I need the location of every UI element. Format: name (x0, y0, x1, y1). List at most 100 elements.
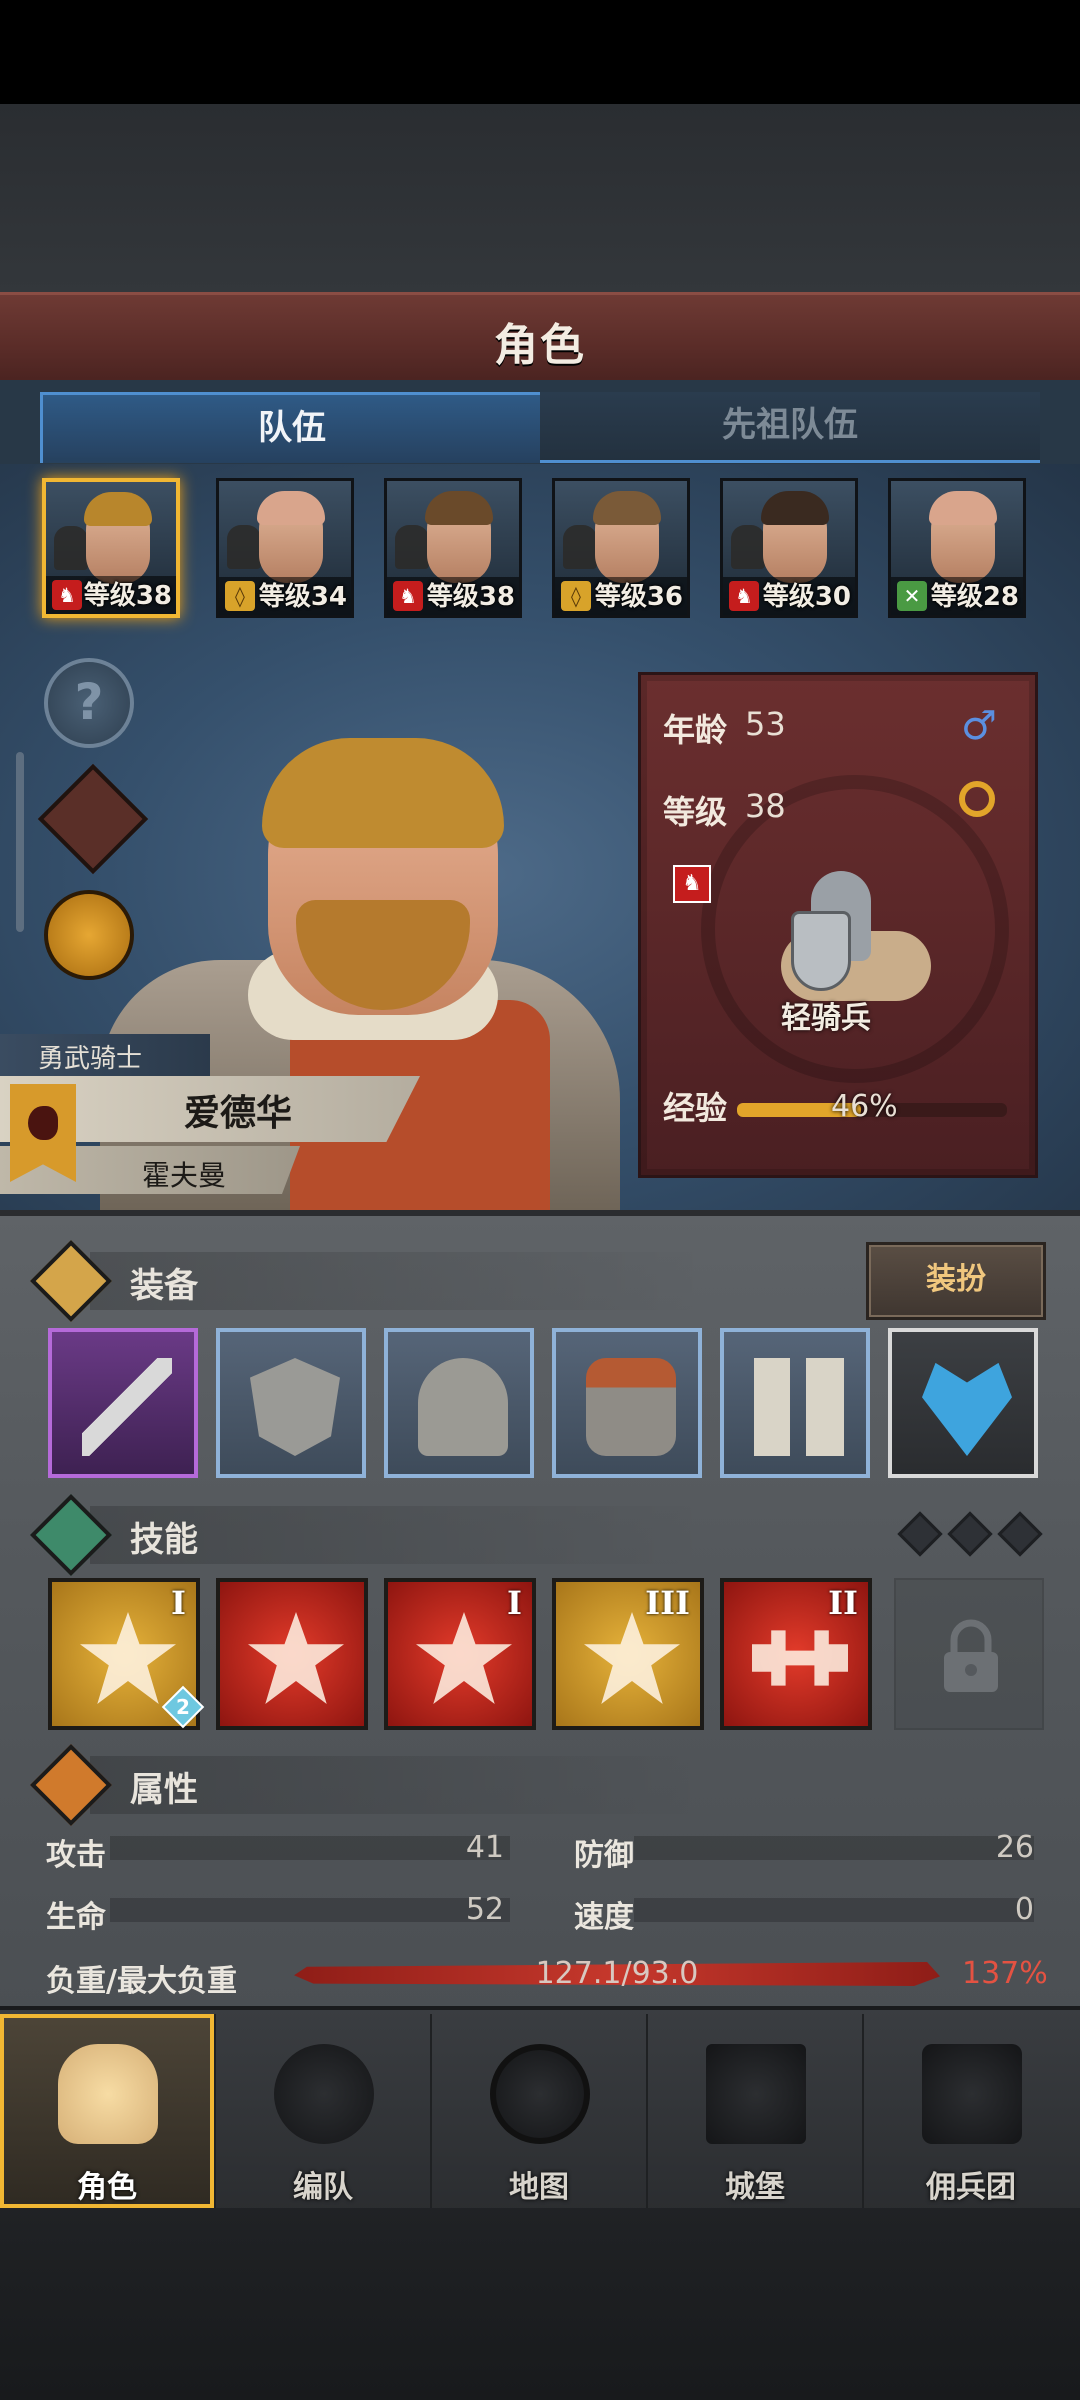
load-percent: 137% (962, 1956, 1048, 1991)
skill-slot-3[interactable]: I (384, 1578, 536, 1730)
unit-silhouette-icon (563, 525, 597, 569)
load-value: 127.1/93.0 (535, 1956, 699, 1991)
horse-icon: ♞ (393, 581, 423, 611)
character-surname: 霍夫曼 (142, 1159, 227, 1192)
speed-label: 速度 (574, 1900, 634, 1935)
party-member-2[interactable]: ◊ 等级34 (216, 478, 354, 618)
page-title: 角色 (494, 320, 586, 371)
party-level: 等级38 (426, 582, 515, 612)
skill-slot-5[interactable]: II (720, 1578, 872, 1730)
party-member-3[interactable]: ♞ 等级38 (384, 478, 522, 618)
nav-castle[interactable]: 城堡 (648, 2014, 864, 2208)
boots-icon (754, 1358, 844, 1456)
character-title: 勇武骑士 (38, 1044, 143, 1074)
equipment-title: 装备 (130, 1266, 198, 1306)
defense-label: 防御 (574, 1838, 634, 1873)
nav-mercenaries[interactable]: 佣兵团 (864, 2014, 1078, 2208)
age-label: 年龄 (663, 711, 728, 749)
status-bar-area (0, 0, 1080, 104)
skill-slot-1[interactable]: I 2 (48, 1578, 205, 1730)
equip-slot-boots[interactable] (720, 1328, 870, 1478)
character-name: 爱德华 (184, 1093, 293, 1134)
xp-label: 经验 (663, 1089, 728, 1127)
character-title-label: 勇武骑士 (0, 1034, 210, 1076)
equip-slot-weapon[interactable] (48, 1328, 198, 1478)
sword-icon (82, 1358, 172, 1456)
skill-tier: III (645, 1584, 690, 1622)
unit-silhouette-icon (731, 525, 765, 569)
nav-character[interactable]: 角色 (0, 2014, 216, 2208)
armor-icon (586, 1358, 676, 1456)
amulet-icon (922, 1362, 1012, 1456)
party-member-1[interactable]: ♞ 等级38 (42, 478, 180, 618)
nav-map[interactable]: 地图 (432, 2014, 648, 2208)
party-level: 等级34 (258, 582, 347, 612)
unit-silhouette-icon (395, 525, 429, 569)
helmet-group-icon (274, 2044, 374, 2144)
tab-bar: 队伍 先祖队伍 (0, 380, 1080, 464)
equip-slot-helmet[interactable] (384, 1328, 534, 1478)
equip-slot-armor[interactable] (552, 1328, 702, 1478)
lock-icon (944, 1619, 998, 1692)
character-info-card: 年龄 53 ♂ 等级 38 ♞ 轻骑兵 经验 46% (638, 672, 1038, 1178)
skill-slot-4[interactable]: III (552, 1578, 704, 1730)
castle-icon (706, 2044, 806, 2144)
nav-label: 城堡 (725, 2170, 785, 2205)
skill-slot-locked[interactable] (894, 1578, 1044, 1730)
nav-label: 编队 (293, 2170, 353, 2205)
tower-icon (922, 2044, 1022, 2144)
party-member-5[interactable]: ♞ 等级30 (720, 478, 858, 618)
scroll-indicator[interactable] (16, 752, 24, 932)
ring-icon[interactable] (959, 781, 995, 817)
party-member-4[interactable]: ◊ 等级36 (552, 478, 690, 618)
shield-icon: ◊ (225, 581, 255, 611)
party-level: 等级28 (930, 582, 1019, 612)
dress-up-button[interactable]: 装扮 (866, 1242, 1046, 1320)
impact-icon (416, 1612, 512, 1704)
title-banner: 角色 (0, 292, 1080, 387)
skill-slot-2[interactable] (216, 1578, 368, 1730)
help-icon[interactable]: ? (44, 658, 134, 748)
xp-value: 46% (831, 1089, 898, 1124)
male-gender-icon: ♂ (961, 703, 997, 749)
tab-team[interactable]: 队伍 (40, 392, 544, 463)
hp-label: 生命 (46, 1900, 106, 1935)
defense-value: 26 (995, 1830, 1034, 1865)
attack-value: 41 (465, 1830, 504, 1865)
party-member-6[interactable]: ✕ 等级28 (888, 478, 1026, 618)
skill-tier: I (507, 1584, 522, 1622)
horse-icon: ♞ (52, 580, 82, 610)
party-level: 等级30 (762, 582, 851, 612)
portrait-hair (929, 491, 997, 525)
hero-hair (262, 738, 504, 848)
load-label: 负重/最大负重 (46, 1964, 237, 1999)
skill-tier: I (171, 1584, 186, 1622)
party-level: 等级38 (83, 581, 172, 611)
tab-ancestor-team[interactable]: 先祖队伍 (540, 392, 1040, 463)
attack-label: 攻击 (46, 1838, 106, 1873)
shield-icon (250, 1358, 340, 1456)
bottom-padding (0, 2208, 1080, 2400)
skill-badge: 2 (161, 1685, 205, 1729)
equip-slot-amulet[interactable] (888, 1328, 1038, 1478)
skill-tier: II (828, 1584, 858, 1622)
skills-title: 技能 (130, 1520, 198, 1560)
crossed-swords-icon: ✕ (897, 581, 927, 611)
unit-type: 轻骑兵 (781, 1001, 871, 1036)
nav-formation[interactable]: 编队 (216, 2014, 432, 2208)
dumbbell-icon (752, 1630, 848, 1686)
potion-icon[interactable] (44, 890, 134, 980)
level-value: 38 (745, 787, 786, 825)
shield-icon: ◊ (561, 581, 591, 611)
attributes-title: 属性 (130, 1770, 198, 1810)
hp-value: 52 (465, 1892, 504, 1927)
portrait-hair (425, 491, 493, 525)
skill-badge-count: 2 (176, 1695, 190, 1719)
portrait-hair (257, 491, 325, 525)
portrait-hair (593, 491, 661, 525)
portrait-hair (84, 492, 152, 526)
shield-bash-icon (584, 1612, 680, 1704)
rider-shield (791, 911, 851, 991)
equip-slot-shield[interactable] (216, 1328, 366, 1478)
unit-silhouette-icon (227, 525, 261, 569)
